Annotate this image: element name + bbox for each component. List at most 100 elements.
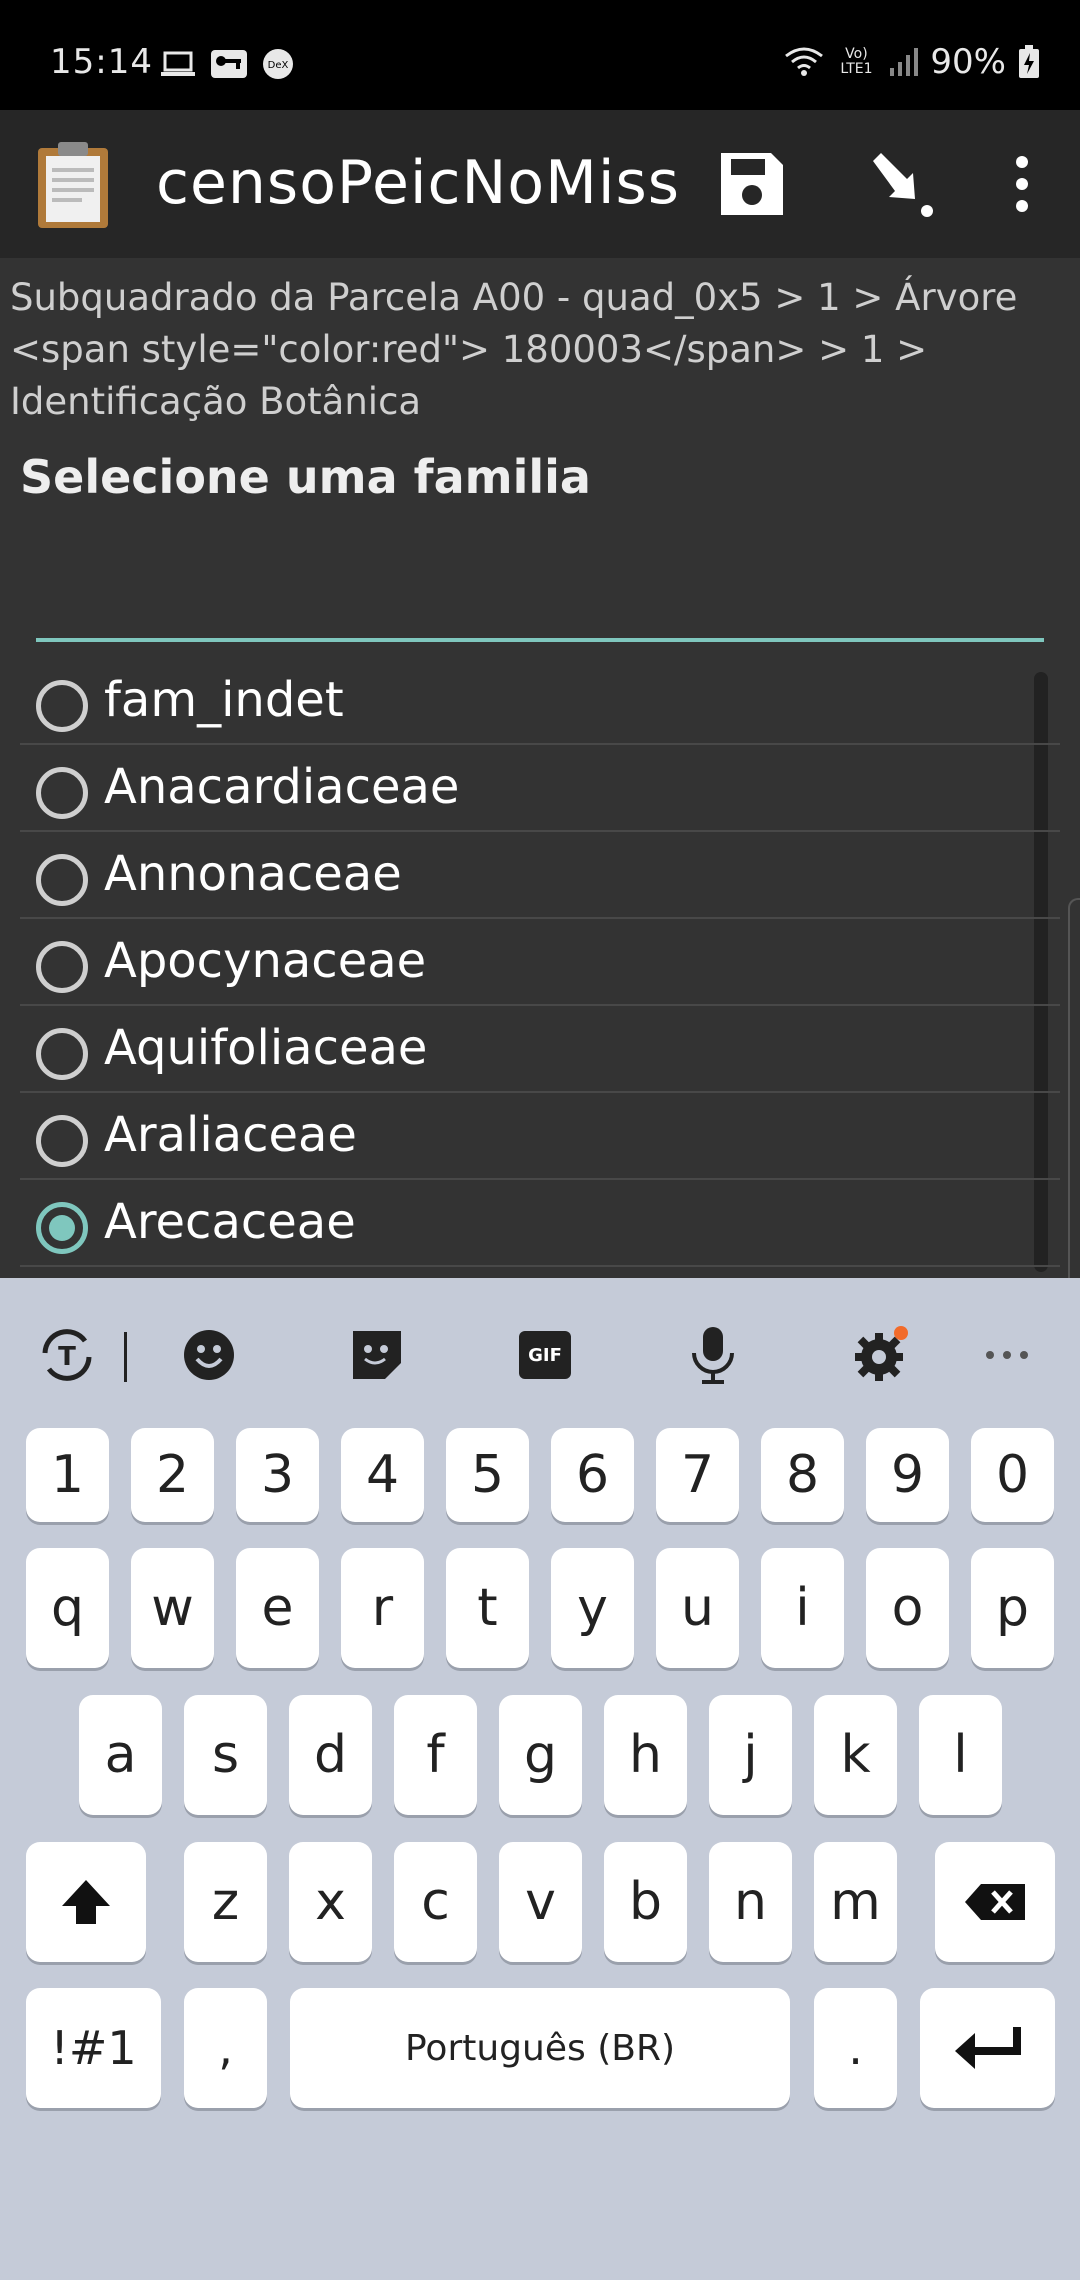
- key-g[interactable]: g: [499, 1695, 582, 1815]
- key-j[interactable]: j: [709, 1695, 792, 1815]
- key-t[interactable]: t: [446, 1548, 529, 1668]
- choice-option[interactable]: Arecaceae: [20, 1180, 1060, 1267]
- radio-unchecked-icon[interactable]: [36, 680, 88, 732]
- wifi-icon: [785, 47, 824, 76]
- keyboard: T GIF 1234567890 qwertyuiop asdfghjkl zxcvb…: [0, 1278, 1080, 2280]
- sticker-button[interactable]: [342, 1320, 412, 1390]
- key-m[interactable]: m: [814, 1842, 897, 1962]
- choice-option[interactable]: Araliaceae: [20, 1093, 1060, 1180]
- breadcrumb: Subquadrado da Parcela A00 - quad_0x5 > …: [10, 276, 1018, 423]
- gif-icon: GIF: [519, 1331, 571, 1379]
- key-u[interactable]: u: [656, 1548, 739, 1668]
- key-i[interactable]: i: [761, 1548, 844, 1668]
- key-r[interactable]: r: [341, 1548, 424, 1668]
- choice-label: Aquifoliaceae: [104, 1020, 428, 1076]
- key-6[interactable]: 6: [551, 1428, 634, 1522]
- app-title: censoPeicNoMiss: [156, 148, 681, 218]
- key-y[interactable]: y: [551, 1548, 634, 1668]
- status-bar: 15:14 DeX Vo) LTE1 90%: [0, 0, 1080, 110]
- symbols-key[interactable]: !#1: [26, 1988, 161, 2108]
- key-p[interactable]: p: [971, 1548, 1054, 1668]
- comma-key[interactable]: ,: [184, 1988, 267, 2108]
- settings-button[interactable]: [846, 1320, 916, 1390]
- key-c[interactable]: c: [394, 1842, 477, 1962]
- key-9[interactable]: 9: [866, 1428, 949, 1522]
- enter-key[interactable]: [920, 1988, 1055, 2108]
- key-d[interactable]: d: [289, 1695, 372, 1815]
- more-icon: [986, 1351, 1028, 1359]
- key-0[interactable]: 0: [971, 1428, 1054, 1522]
- choice-label: Arecaceae: [104, 1194, 356, 1250]
- key-1[interactable]: 1: [26, 1428, 109, 1522]
- choice-list: fam_indet Anacardiaceae Annonaceae Apocynac…: [20, 658, 1060, 1267]
- period-key[interactable]: .: [814, 1988, 897, 2108]
- choice-option[interactable]: Annonaceae: [20, 832, 1060, 919]
- more-options-button[interactable]: [982, 144, 1062, 224]
- choice-label: Anacardiaceae: [104, 759, 460, 815]
- answer-underline: [36, 638, 1044, 642]
- choice-label: Annonaceae: [104, 846, 402, 902]
- edge-panel-handle[interactable]: [1068, 898, 1080, 1278]
- key-v[interactable]: v: [499, 1842, 582, 1962]
- more-button[interactable]: [972, 1320, 1042, 1390]
- radio-checked-icon[interactable]: [36, 1202, 88, 1254]
- more-options-icon: [1016, 156, 1028, 212]
- key-8[interactable]: 8: [761, 1428, 844, 1522]
- gif-button[interactable]: GIF: [510, 1320, 580, 1390]
- key-h[interactable]: h: [604, 1695, 687, 1815]
- gif-label: GIF: [528, 1344, 562, 1366]
- key-4[interactable]: 4: [341, 1428, 424, 1522]
- save-icon: [721, 153, 783, 215]
- choice-option[interactable]: Anacardiaceae: [20, 745, 1060, 832]
- shift-key[interactable]: [26, 1842, 146, 1962]
- choice-label: Araliaceae: [104, 1107, 357, 1163]
- key-e[interactable]: e: [236, 1548, 319, 1668]
- space-key[interactable]: Português (BR): [290, 1988, 790, 2108]
- key-k[interactable]: k: [814, 1695, 897, 1815]
- emoji-icon: [184, 1330, 234, 1380]
- go-to-button[interactable]: [860, 144, 940, 224]
- key-z[interactable]: z: [184, 1842, 267, 1962]
- key-s[interactable]: s: [184, 1695, 267, 1815]
- go-to-icon: [873, 153, 933, 217]
- choice-option[interactable]: fam_indet: [20, 658, 1060, 745]
- clipboard-icon: [38, 142, 108, 228]
- choice-option[interactable]: Apocynaceae: [20, 919, 1060, 1006]
- app-bar: censoPeicNoMiss: [0, 110, 1080, 258]
- radio-unchecked-icon[interactable]: [36, 941, 88, 993]
- radio-unchecked-icon[interactable]: [36, 854, 88, 906]
- vpn-key-icon: [211, 50, 247, 78]
- enter-icon: [954, 2027, 1021, 2069]
- key-n[interactable]: n: [709, 1842, 792, 1962]
- key-a[interactable]: a: [79, 1695, 162, 1815]
- radio-unchecked-icon[interactable]: [36, 767, 88, 819]
- key-3[interactable]: 3: [236, 1428, 319, 1522]
- radio-unchecked-icon[interactable]: [36, 1115, 88, 1167]
- key-5[interactable]: 5: [446, 1428, 529, 1522]
- key-7[interactable]: 7: [656, 1428, 739, 1522]
- key-l[interactable]: l: [919, 1695, 1002, 1815]
- backspace-key[interactable]: [935, 1842, 1055, 1962]
- save-button[interactable]: [712, 144, 792, 224]
- key-2[interactable]: 2: [131, 1428, 214, 1522]
- settings-icon: [855, 1326, 908, 1381]
- key-f[interactable]: f: [394, 1695, 477, 1815]
- key-x[interactable]: x: [289, 1842, 372, 1962]
- translate-button[interactable]: T: [32, 1320, 102, 1390]
- choice-option[interactable]: Aquifoliaceae: [20, 1006, 1060, 1093]
- toolbar-divider: [124, 1332, 127, 1382]
- backspace-icon: [965, 1884, 1025, 1920]
- status-time: 15:14: [50, 42, 153, 82]
- radio-unchecked-icon[interactable]: [36, 1028, 88, 1080]
- key-o[interactable]: o: [866, 1548, 949, 1668]
- question-label: Selecione uma familia: [20, 450, 591, 504]
- key-w[interactable]: w: [131, 1548, 214, 1668]
- svg-text:DeX: DeX: [268, 60, 289, 71]
- microphone-button[interactable]: [678, 1320, 748, 1390]
- keyboard-toolbar: T GIF: [0, 1278, 1080, 1428]
- emoji-button[interactable]: [174, 1320, 244, 1390]
- form-content: Subquadrado da Parcela A00 - quad_0x5 > …: [0, 258, 1080, 1278]
- key-b[interactable]: b: [604, 1842, 687, 1962]
- signal-icon: [890, 48, 919, 76]
- key-q[interactable]: q: [26, 1548, 109, 1668]
